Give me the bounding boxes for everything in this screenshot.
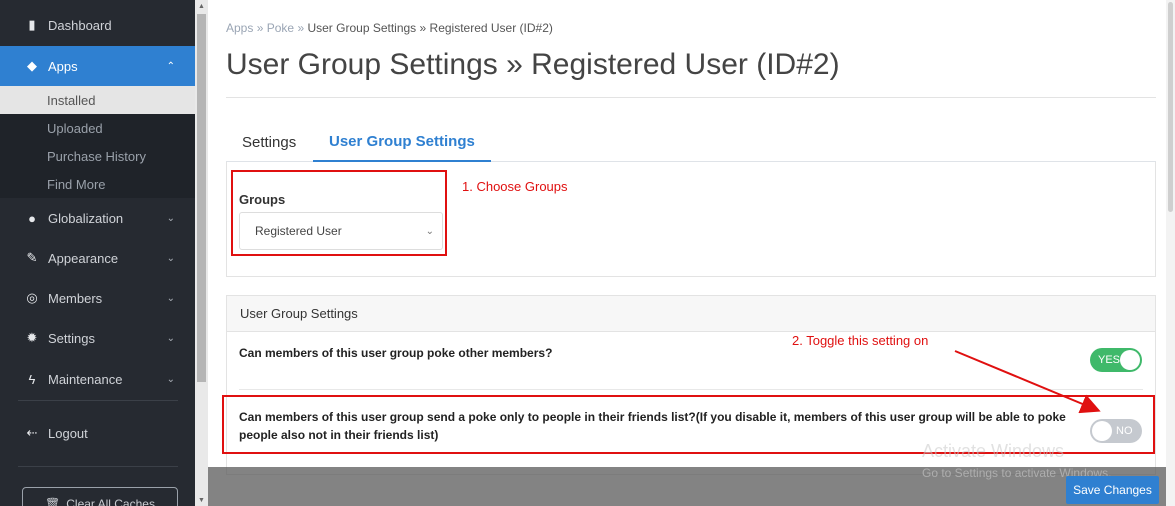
sidebar-item-label: Members bbox=[48, 290, 103, 306]
annotation-box-groups bbox=[231, 170, 447, 256]
sidebar: ▮ Dashboard ◆ Apps ⌃ Installed Uploaded … bbox=[0, 0, 195, 506]
gear-icon: ✹ bbox=[26, 330, 38, 345]
sidebar-item-maintenance[interactable]: ϟ Maintenance ⌄ bbox=[0, 359, 195, 399]
chevron-up-icon: ⌃ bbox=[166, 60, 175, 72]
sidebar-item-globalization[interactable]: ● Globalization ⌄ bbox=[0, 198, 195, 238]
scroll-up-icon[interactable]: ▲ bbox=[197, 2, 206, 12]
chevron-down-icon: ⌄ bbox=[166, 292, 175, 304]
sidebar-divider bbox=[18, 400, 178, 401]
sidebar-item-label: Apps bbox=[48, 58, 78, 74]
sidebar-item-dashboard[interactable]: ▮ Dashboard bbox=[0, 5, 195, 45]
sidebar-item-label: Maintenance bbox=[48, 371, 123, 387]
page-title: User Group Settings » Registered User (I… bbox=[226, 48, 840, 81]
sidebar-item-settings[interactable]: ✹ Settings ⌄ bbox=[0, 318, 195, 358]
chevron-down-icon: ⌄ bbox=[166, 252, 175, 264]
breadcrumb-separator: » bbox=[297, 21, 305, 35]
clear-cache-label: Clear All Caches bbox=[66, 497, 155, 506]
sidebar-item-label: Appearance bbox=[48, 250, 119, 266]
chevron-down-icon: ⌄ bbox=[166, 212, 175, 224]
breadcrumb: Apps » Poke » User Group Settings » Regi… bbox=[226, 21, 553, 35]
annotation-step2: 2. Toggle this setting on bbox=[792, 333, 929, 348]
tab-bar: Settings User Group Settings bbox=[226, 122, 1156, 162]
poke-members-toggle[interactable]: YES bbox=[1090, 348, 1142, 372]
breadcrumb-apps[interactable]: Apps bbox=[226, 21, 253, 35]
annotation-step1: 1. Choose Groups bbox=[462, 179, 568, 194]
sidebar-divider bbox=[18, 466, 178, 467]
user-circle-icon: ◎ bbox=[26, 290, 38, 305]
bar-chart-icon: ▮ bbox=[28, 17, 36, 32]
chevron-down-icon: ⌄ bbox=[166, 332, 175, 344]
trash-icon: 🗑 bbox=[45, 497, 61, 506]
tab-settings[interactable]: Settings bbox=[226, 122, 312, 162]
sidebar-item-label: Settings bbox=[48, 330, 95, 346]
setting-divider bbox=[239, 389, 1143, 390]
watermark-title: Activate Windows bbox=[922, 441, 1065, 461]
globe-icon: ● bbox=[28, 210, 36, 226]
sidebar-item-label: Globalization bbox=[48, 210, 124, 226]
sidebar-item-logout[interactable]: ⇠ Logout bbox=[0, 413, 195, 453]
setting-poke-members-label: Can members of this user group poke othe… bbox=[239, 346, 553, 360]
logout-icon: ⇠ bbox=[26, 425, 38, 440]
sidebar-item-apps[interactable]: ◆ Apps ⌃ bbox=[0, 46, 195, 86]
save-changes-button[interactable]: Save Changes bbox=[1066, 476, 1159, 504]
cube-icon: ◆ bbox=[27, 58, 37, 73]
bolt-icon: ϟ bbox=[28, 371, 36, 387]
scrollbar-thumb[interactable] bbox=[197, 14, 206, 382]
breadcrumb-separator: » bbox=[256, 21, 264, 35]
sidebar-subitem-uploaded[interactable]: Uploaded bbox=[0, 114, 195, 142]
panel-header: User Group Settings bbox=[227, 296, 1155, 332]
brush-icon: ✎ bbox=[26, 250, 38, 265]
page-scrollbar[interactable] bbox=[1166, 0, 1175, 506]
tab-user-group-settings[interactable]: User Group Settings bbox=[313, 122, 491, 162]
title-divider bbox=[226, 97, 1156, 98]
sidebar-item-label: Dashboard bbox=[48, 17, 112, 33]
sidebar-subitem-installed[interactable]: Installed bbox=[0, 86, 195, 114]
clear-cache-button[interactable]: 🗑 Clear All Caches bbox=[22, 487, 178, 506]
sidebar-subitem-find-more[interactable]: Find More bbox=[0, 170, 195, 198]
breadcrumb-poke[interactable]: Poke bbox=[267, 21, 294, 35]
sidebar-subitem-purchase-history[interactable]: Purchase History bbox=[0, 142, 195, 170]
toggle-knob bbox=[1120, 350, 1140, 370]
sidebar-scrollbar[interactable]: ▲ ▼ bbox=[195, 0, 208, 506]
scrollbar-thumb[interactable] bbox=[1168, 2, 1173, 212]
sidebar-item-label: Logout bbox=[48, 425, 88, 441]
chevron-down-icon: ⌄ bbox=[166, 373, 175, 385]
breadcrumb-current: User Group Settings » Registered User (I… bbox=[307, 21, 553, 35]
scroll-down-icon[interactable]: ▼ bbox=[197, 496, 206, 506]
toggle-state-label: YES bbox=[1098, 354, 1121, 366]
sidebar-item-appearance[interactable]: ✎ Appearance ⌄ bbox=[0, 238, 195, 278]
sidebar-item-members[interactable]: ◎ Members ⌄ bbox=[0, 278, 195, 318]
